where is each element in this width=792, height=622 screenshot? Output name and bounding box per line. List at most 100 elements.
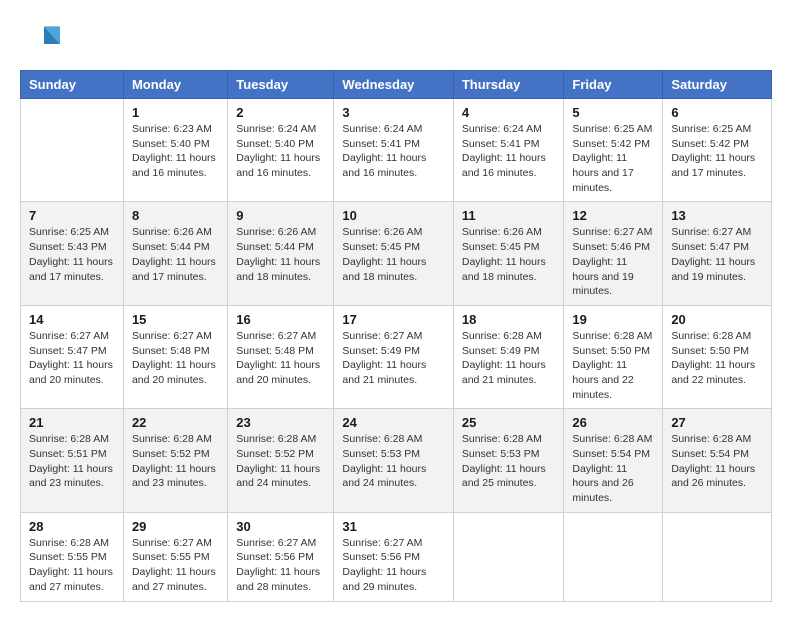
- day-info: Sunrise: 6:28 AMSunset: 5:54 PMDaylight:…: [671, 432, 763, 491]
- day-info: Sunrise: 6:28 AMSunset: 5:55 PMDaylight:…: [29, 536, 115, 595]
- header-monday: Monday: [123, 71, 227, 99]
- header-tuesday: Tuesday: [228, 71, 334, 99]
- day-cell: 29 Sunrise: 6:27 AMSunset: 5:55 PMDayligh…: [123, 512, 227, 601]
- day-info: Sunrise: 6:27 AMSunset: 5:49 PMDaylight:…: [342, 329, 444, 388]
- day-number: 23: [236, 415, 325, 430]
- day-number: 14: [29, 312, 115, 327]
- day-cell: 10Sunrise: 6:26 AMSunset: 5:45 PMDayligh…: [334, 202, 453, 305]
- day-number: 3: [342, 105, 444, 120]
- day-info: Sunrise: 6:25 AMSunset: 5:43 PMDaylight:…: [29, 225, 115, 284]
- day-cell: 3 Sunrise: 6:24 AMSunset: 5:41 PMDaylight…: [334, 99, 453, 202]
- day-cell: [21, 99, 124, 202]
- day-number: 26: [572, 415, 654, 430]
- day-number: 27: [671, 415, 763, 430]
- day-number: 19: [572, 312, 654, 327]
- day-number: 28: [29, 519, 115, 534]
- day-cell: 28 Sunrise: 6:28 AMSunset: 5:55 PMDayligh…: [21, 512, 124, 601]
- day-number: 22: [132, 415, 219, 430]
- day-info: Sunrise: 6:27 AMSunset: 5:48 PMDaylight:…: [236, 329, 325, 388]
- day-cell: 25Sunrise: 6:28 AMSunset: 5:53 PMDayligh…: [453, 409, 564, 512]
- day-cell: 22Sunrise: 6:28 AMSunset: 5:52 PMDayligh…: [123, 409, 227, 512]
- day-info: Sunrise: 6:28 AMSunset: 5:50 PMDaylight:…: [572, 329, 654, 402]
- day-info: Sunrise: 6:25 AMSunset: 5:42 PMDaylight:…: [572, 122, 654, 195]
- header-thursday: Thursday: [453, 71, 564, 99]
- day-info: Sunrise: 6:27 AMSunset: 5:56 PMDaylight:…: [342, 536, 444, 595]
- day-info: Sunrise: 6:28 AMSunset: 5:53 PMDaylight:…: [342, 432, 444, 491]
- day-info: Sunrise: 6:28 AMSunset: 5:50 PMDaylight:…: [671, 329, 763, 388]
- day-cell: 7 Sunrise: 6:25 AMSunset: 5:43 PMDaylight…: [21, 202, 124, 305]
- header-row: SundayMondayTuesdayWednesdayThursdayFrid…: [21, 71, 772, 99]
- day-info: Sunrise: 6:27 AMSunset: 5:46 PMDaylight:…: [572, 225, 654, 298]
- day-cell: 23 Sunrise: 6:28 AMSunset: 5:52 PMDayligh…: [228, 409, 334, 512]
- day-info: Sunrise: 6:27 AMSunset: 5:55 PMDaylight:…: [132, 536, 219, 595]
- day-cell: 15 Sunrise: 6:27 AMSunset: 5:48 PMDayligh…: [123, 305, 227, 408]
- calendar-body: 1 Sunrise: 6:23 AMSunset: 5:40 PMDaylight…: [21, 99, 772, 602]
- day-number: 17: [342, 312, 444, 327]
- day-number: 4: [462, 105, 556, 120]
- day-number: 5: [572, 105, 654, 120]
- header-friday: Friday: [564, 71, 663, 99]
- header-saturday: Saturday: [663, 71, 772, 99]
- week-row-4: 28 Sunrise: 6:28 AMSunset: 5:55 PMDayligh…: [21, 512, 772, 601]
- day-info: Sunrise: 6:28 AMSunset: 5:51 PMDaylight:…: [29, 432, 115, 491]
- day-number: 21: [29, 415, 115, 430]
- day-cell: 5 Sunrise: 6:25 AMSunset: 5:42 PMDaylight…: [564, 99, 663, 202]
- day-cell: 16 Sunrise: 6:27 AMSunset: 5:48 PMDayligh…: [228, 305, 334, 408]
- day-cell: 11 Sunrise: 6:26 AMSunset: 5:45 PMDayligh…: [453, 202, 564, 305]
- day-number: 20: [671, 312, 763, 327]
- day-info: Sunrise: 6:24 AMSunset: 5:40 PMDaylight:…: [236, 122, 325, 181]
- day-cell: 17 Sunrise: 6:27 AMSunset: 5:49 PMDayligh…: [334, 305, 453, 408]
- day-info: Sunrise: 6:26 AMSunset: 5:45 PMDaylight:…: [462, 225, 556, 284]
- day-cell: 2 Sunrise: 6:24 AMSunset: 5:40 PMDaylight…: [228, 99, 334, 202]
- day-number: 11: [462, 208, 556, 223]
- day-info: Sunrise: 6:28 AMSunset: 5:52 PMDaylight:…: [236, 432, 325, 491]
- day-info: Sunrise: 6:27 AMSunset: 5:56 PMDaylight:…: [236, 536, 325, 595]
- day-info: Sunrise: 6:27 AMSunset: 5:47 PMDaylight:…: [671, 225, 763, 284]
- day-number: 1: [132, 105, 219, 120]
- day-number: 15: [132, 312, 219, 327]
- week-row-3: 21 Sunrise: 6:28 AMSunset: 5:51 PMDayligh…: [21, 409, 772, 512]
- header-wednesday: Wednesday: [334, 71, 453, 99]
- week-row-2: 14 Sunrise: 6:27 AMSunset: 5:47 PMDayligh…: [21, 305, 772, 408]
- day-cell: 6 Sunrise: 6:25 AMSunset: 5:42 PMDaylight…: [663, 99, 772, 202]
- day-number: 13: [671, 208, 763, 223]
- day-number: 31: [342, 519, 444, 534]
- day-number: 7: [29, 208, 115, 223]
- day-number: 29: [132, 519, 219, 534]
- day-number: 24: [342, 415, 444, 430]
- day-cell: 21 Sunrise: 6:28 AMSunset: 5:51 PMDayligh…: [21, 409, 124, 512]
- day-cell: 12Sunrise: 6:27 AMSunset: 5:46 PMDayligh…: [564, 202, 663, 305]
- day-info: Sunrise: 6:24 AMSunset: 5:41 PMDaylight:…: [342, 122, 444, 181]
- day-cell: 8Sunrise: 6:26 AMSunset: 5:44 PMDaylight…: [123, 202, 227, 305]
- day-info: Sunrise: 6:26 AMSunset: 5:44 PMDaylight:…: [236, 225, 325, 284]
- day-number: 25: [462, 415, 556, 430]
- day-number: 8: [132, 208, 219, 223]
- day-cell: 13 Sunrise: 6:27 AMSunset: 5:47 PMDayligh…: [663, 202, 772, 305]
- day-cell: [663, 512, 772, 601]
- day-cell: 20 Sunrise: 6:28 AMSunset: 5:50 PMDayligh…: [663, 305, 772, 408]
- day-info: Sunrise: 6:27 AMSunset: 5:48 PMDaylight:…: [132, 329, 219, 388]
- day-info: Sunrise: 6:27 AMSunset: 5:47 PMDaylight:…: [29, 329, 115, 388]
- day-info: Sunrise: 6:24 AMSunset: 5:41 PMDaylight:…: [462, 122, 556, 181]
- day-number: 6: [671, 105, 763, 120]
- day-cell: 30Sunrise: 6:27 AMSunset: 5:56 PMDayligh…: [228, 512, 334, 601]
- day-cell: 24 Sunrise: 6:28 AMSunset: 5:53 PMDayligh…: [334, 409, 453, 512]
- day-info: Sunrise: 6:26 AMSunset: 5:45 PMDaylight:…: [342, 225, 444, 284]
- day-number: 9: [236, 208, 325, 223]
- day-info: Sunrise: 6:25 AMSunset: 5:42 PMDaylight:…: [671, 122, 763, 181]
- day-cell: 18Sunrise: 6:28 AMSunset: 5:49 PMDayligh…: [453, 305, 564, 408]
- day-cell: 14 Sunrise: 6:27 AMSunset: 5:47 PMDayligh…: [21, 305, 124, 408]
- day-cell: 1 Sunrise: 6:23 AMSunset: 5:40 PMDaylight…: [123, 99, 227, 202]
- day-cell: 19 Sunrise: 6:28 AMSunset: 5:50 PMDayligh…: [564, 305, 663, 408]
- day-cell: 27 Sunrise: 6:28 AMSunset: 5:54 PMDayligh…: [663, 409, 772, 512]
- page-header: [20, 20, 772, 60]
- day-cell: 26Sunrise: 6:28 AMSunset: 5:54 PMDayligh…: [564, 409, 663, 512]
- header-sunday: Sunday: [21, 71, 124, 99]
- day-cell: 4 Sunrise: 6:24 AMSunset: 5:41 PMDaylight…: [453, 99, 564, 202]
- day-number: 2: [236, 105, 325, 120]
- week-row-1: 7 Sunrise: 6:25 AMSunset: 5:43 PMDaylight…: [21, 202, 772, 305]
- day-number: 18: [462, 312, 556, 327]
- calendar-header: SundayMondayTuesdayWednesdayThursdayFrid…: [21, 71, 772, 99]
- day-info: Sunrise: 6:23 AMSunset: 5:40 PMDaylight:…: [132, 122, 219, 181]
- day-number: 16: [236, 312, 325, 327]
